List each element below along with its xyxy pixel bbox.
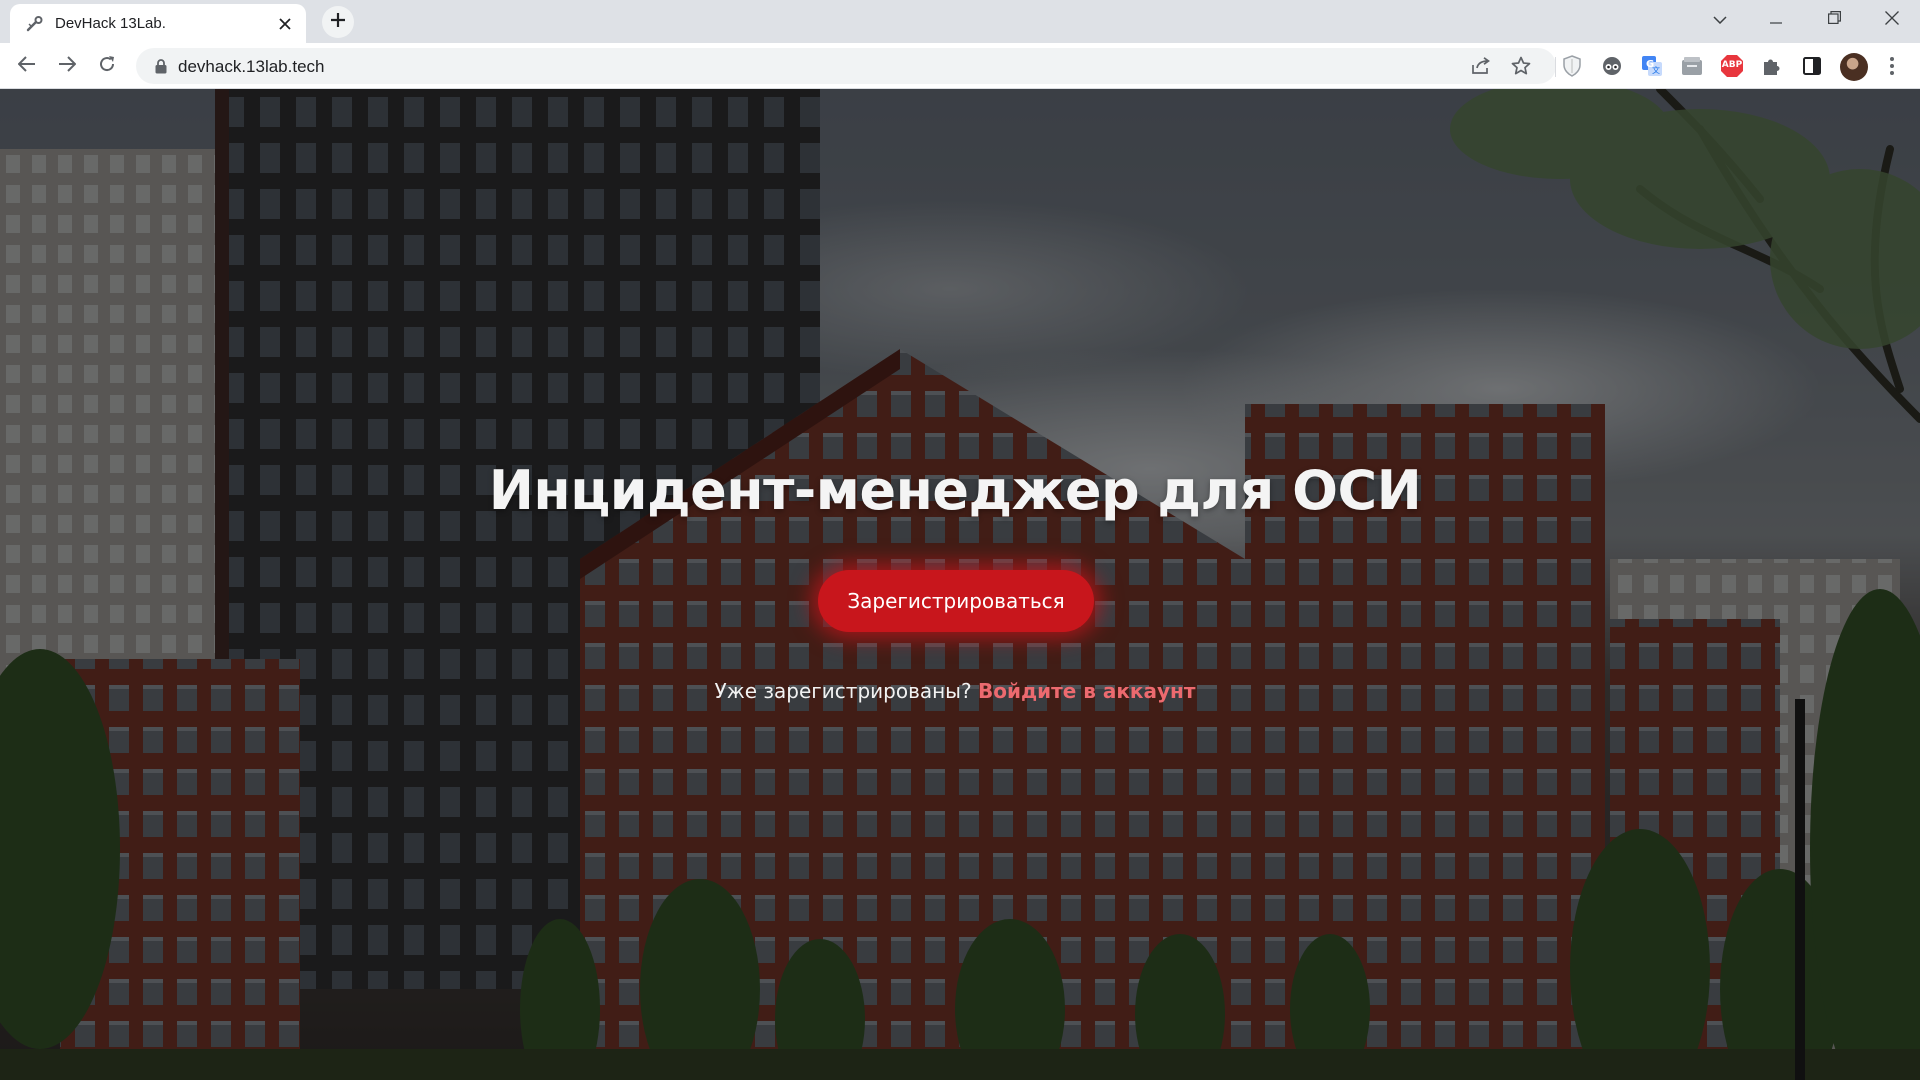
- back-button[interactable]: [11, 50, 43, 82]
- browser-tab-strip: DevHack 13Lab.: [0, 0, 1920, 43]
- puzzle-icon[interactable]: [1760, 54, 1784, 78]
- close-icon[interactable]: [274, 13, 296, 35]
- forward-button[interactable]: [51, 50, 83, 82]
- minimize-button[interactable]: [1748, 0, 1804, 40]
- hero-title: Инцидент-менеджер для ОСИ: [488, 459, 1422, 522]
- share-icon[interactable]: [1470, 55, 1492, 77]
- new-tab-button[interactable]: [322, 6, 354, 38]
- login-prompt-text: Уже зарегистрированы?: [714, 679, 972, 703]
- star-icon[interactable]: [1510, 55, 1532, 77]
- chevron-down-icon: [1713, 11, 1727, 29]
- browser-tab[interactable]: DevHack 13Lab.: [10, 4, 306, 43]
- svg-text:文: 文: [1652, 65, 1660, 75]
- wallet-extension-icon[interactable]: [1680, 54, 1704, 78]
- shield-extension-icon[interactable]: [1560, 54, 1584, 78]
- minimize-icon: [1770, 11, 1782, 29]
- plus-icon: [330, 12, 346, 33]
- translate-extension-icon[interactable]: G 文: [1640, 54, 1664, 78]
- toolbar-separator: [1555, 57, 1556, 77]
- reload-icon: [98, 55, 116, 78]
- tab-title: DevHack 13Lab.: [55, 15, 166, 32]
- restore-icon: [1827, 11, 1841, 29]
- wrench-icon: [26, 15, 44, 33]
- adblock-extension-icon[interactable]: ABP: [1720, 54, 1744, 78]
- url-text[interactable]: devhack.13lab.tech: [178, 57, 325, 77]
- reload-button[interactable]: [91, 50, 123, 82]
- kebab-menu-icon[interactable]: [1880, 54, 1904, 78]
- tab-search-button[interactable]: [1692, 0, 1748, 40]
- window-close-button[interactable]: [1864, 0, 1920, 40]
- login-link[interactable]: Войдите в аккаунт: [978, 679, 1196, 703]
- address-bar[interactable]: devhack.13lab.tech: [136, 48, 1556, 84]
- close-icon: [1885, 10, 1899, 30]
- avatar[interactable]: [1840, 53, 1868, 81]
- arrow-right-icon: [58, 55, 77, 77]
- browser-toolbar: devhack.13lab.tech G 文 ABP: [0, 43, 1920, 89]
- side-panel-icon[interactable]: [1800, 54, 1824, 78]
- register-button[interactable]: Зарегистрироваться: [818, 570, 1094, 632]
- login-prompt-line: Уже зарегистрированы? Войдите в аккаунт: [0, 679, 1910, 703]
- page-viewport: Инцидент-менеджер для ОСИ Зарегистрирова…: [0, 89, 1920, 1080]
- arrow-left-icon: [17, 55, 36, 77]
- tampermonkey-extension-icon[interactable]: [1600, 54, 1624, 78]
- adblock-label: ABP: [1721, 60, 1743, 70]
- restore-button[interactable]: [1806, 0, 1862, 40]
- lock-icon[interactable]: [152, 57, 170, 75]
